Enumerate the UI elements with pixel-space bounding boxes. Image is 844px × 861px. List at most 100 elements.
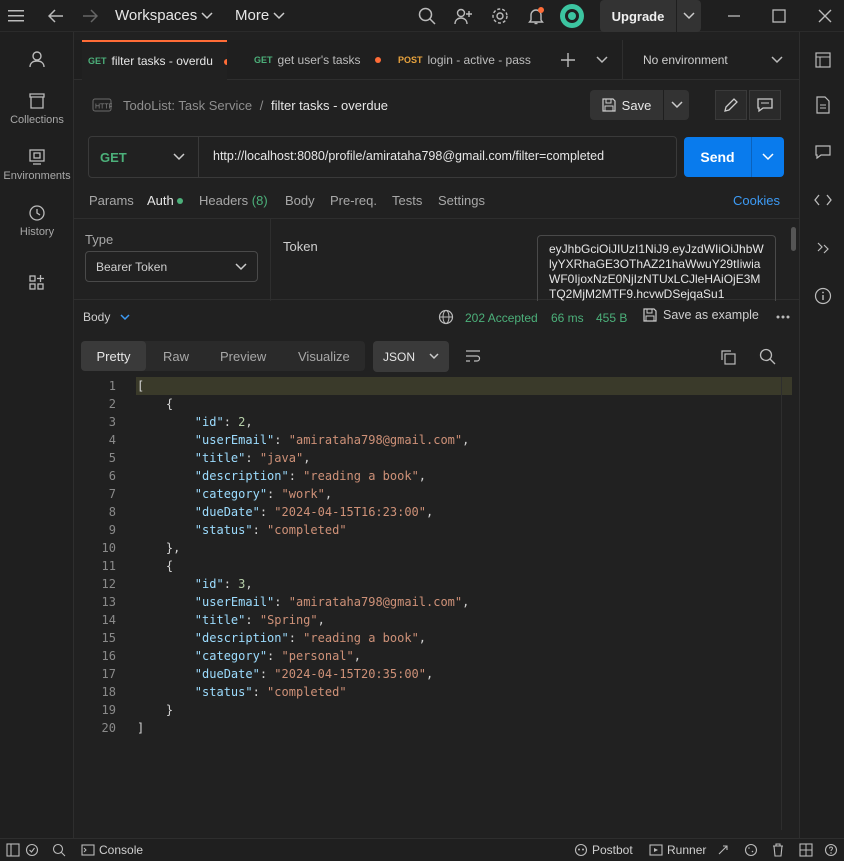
http-method-select[interactable]: GET — [89, 137, 199, 177]
sidebar-item-environments[interactable]: Environments — [0, 148, 74, 182]
token-label: Token — [283, 239, 318, 254]
tab-body[interactable]: Body — [285, 193, 315, 208]
wrap-lines-icon[interactable] — [465, 349, 481, 363]
breadcrumb-request-title[interactable]: filter tasks - overdue — [271, 98, 388, 113]
sidebar-item-add-apps[interactable] — [0, 274, 74, 292]
maximize-window-icon[interactable] — [769, 6, 789, 26]
runner-button[interactable]: Runner — [649, 843, 706, 857]
tab-headers[interactable]: Headers (8) — [199, 193, 268, 208]
console-button[interactable]: Console — [81, 843, 143, 857]
api-documentation-icon[interactable] — [813, 50, 833, 70]
tabs-dropdown-chevron-icon[interactable] — [592, 50, 612, 70]
trash-icon[interactable] — [772, 843, 784, 857]
sidebar-item-history[interactable]: History — [0, 204, 74, 238]
console-icon — [81, 843, 95, 857]
online-status-icon[interactable] — [25, 843, 39, 857]
tab-raw[interactable]: Raw — [163, 341, 189, 371]
workspaces-menu[interactable]: Workspaces — [115, 7, 213, 24]
documentation-icon[interactable] — [813, 95, 833, 115]
layout-panes-icon[interactable] — [799, 843, 813, 857]
avatar[interactable] — [560, 4, 584, 28]
response-time[interactable]: 66 ms — [551, 311, 584, 325]
tab-params[interactable]: Params — [89, 193, 134, 208]
invite-user-icon[interactable] — [453, 6, 473, 26]
tab-auth[interactable]: Auth — [147, 193, 174, 208]
sidebar-user-profile[interactable] — [0, 50, 74, 68]
response-body-editor[interactable]: 1 [ 2 { 3 "id": 2, 4 "userEmail": "amirat… — [74, 377, 799, 797]
line-number: 6 — [108, 469, 116, 483]
environments-icon — [28, 148, 46, 166]
more-menu[interactable]: More — [235, 7, 285, 24]
copy-icon[interactable] — [720, 349, 736, 365]
tab-pre-request[interactable]: Pre-req. — [330, 193, 377, 208]
tab-preview[interactable]: Preview — [220, 341, 266, 371]
response-status[interactable]: 202 Accepted — [465, 311, 538, 325]
chevron-down-icon — [429, 353, 439, 360]
toggle-sidebar-icon[interactable] — [6, 843, 20, 857]
breadcrumb-collection[interactable]: TodoList: Task Service — [123, 98, 252, 113]
code-snippet-icon[interactable] — [813, 190, 833, 210]
unsaved-dot-icon — [224, 59, 227, 65]
json-value: work — [288, 487, 318, 501]
auth-type-select[interactable]: Bearer Token — [85, 251, 258, 282]
sidebar-item-label: History — [19, 226, 55, 238]
chevron-down-icon[interactable] — [663, 90, 689, 120]
token-input[interactable]: eyJhbGciOiJIUzI1NiJ9.eyJzdWIiOiJhbWlyYXR… — [537, 235, 776, 301]
url-input[interactable]: http://localhost:8080/profile/amirataha7… — [213, 149, 604, 163]
more-options-icon[interactable] — [776, 315, 790, 319]
environment-select[interactable]: No environment — [622, 40, 799, 80]
cookies-icon[interactable] — [744, 843, 758, 857]
forward-arrow-icon[interactable] — [80, 6, 100, 26]
upgrade-button[interactable]: Upgrade — [600, 0, 701, 32]
edit-pencil-button[interactable] — [715, 90, 747, 120]
notifications-bell-icon[interactable] — [526, 6, 546, 26]
back-arrow-icon[interactable] — [46, 6, 66, 26]
chevron-down-icon — [201, 11, 213, 20]
save-button[interactable]: Save — [590, 90, 689, 120]
cookies-link[interactable]: Cookies — [733, 193, 780, 208]
json-value: java — [267, 451, 296, 465]
comments-icon[interactable] — [813, 142, 833, 162]
send-button[interactable]: Send — [684, 137, 784, 177]
comment-icon — [757, 97, 773, 113]
tab-filter-tasks-overdue[interactable]: GET filter tasks - overdu — [82, 40, 227, 80]
code-line: "description": "reading a book", — [194, 469, 427, 483]
postbot-button[interactable]: Postbot — [574, 843, 633, 857]
tab-login-active[interactable]: POST login - active - pass — [398, 40, 532, 80]
postbot-label: Postbot — [592, 843, 633, 857]
info-icon[interactable] — [813, 286, 833, 306]
tab-settings[interactable]: Settings — [438, 193, 485, 208]
search-icon[interactable] — [417, 6, 437, 26]
editor-scrollbar-track[interactable] — [781, 377, 793, 830]
tab-visualize[interactable]: Visualize — [298, 341, 350, 371]
find-replace-icon[interactable] — [52, 843, 66, 857]
tab-tests[interactable]: Tests — [392, 193, 422, 208]
search-icon[interactable] — [759, 348, 776, 365]
sidebar-item-collections[interactable]: Collections — [0, 92, 74, 126]
globe-icon[interactable] — [438, 309, 454, 325]
close-window-icon[interactable] — [815, 6, 835, 26]
help-icon[interactable] — [824, 843, 838, 857]
tab-pretty[interactable]: Pretty — [81, 341, 146, 371]
breadcrumb-separator: / — [259, 98, 264, 113]
related-collections-icon[interactable] — [813, 238, 833, 258]
code-line: "category": "personal", — [194, 649, 361, 663]
chevron-down-icon[interactable] — [676, 0, 701, 32]
response-size[interactable]: 455 B — [596, 311, 627, 325]
hamburger-menu-icon[interactable] — [6, 6, 26, 26]
response-body-select[interactable]: Body — [83, 310, 130, 324]
code-line: "id": 3, — [194, 577, 253, 591]
left-sidebar: Collections Environments History — [0, 32, 74, 838]
sidebar-item-label: Collections — [10, 114, 64, 126]
tab-method: GET — [88, 56, 107, 66]
minimize-window-icon[interactable] — [724, 6, 744, 26]
tab-get-users-tasks[interactable]: GET get user's tasks — [254, 40, 384, 80]
chevron-down-icon[interactable] — [751, 137, 784, 177]
response-format-select[interactable]: JSON — [373, 341, 449, 372]
comments-button[interactable] — [749, 90, 781, 120]
new-tab-plus-icon[interactable] — [558, 50, 578, 70]
capture-requests-icon[interactable] — [716, 843, 730, 857]
save-as-example-button[interactable]: Save as example — [643, 308, 759, 322]
settings-gear-icon[interactable] — [490, 6, 510, 26]
auth-scrollbar[interactable] — [791, 227, 796, 251]
